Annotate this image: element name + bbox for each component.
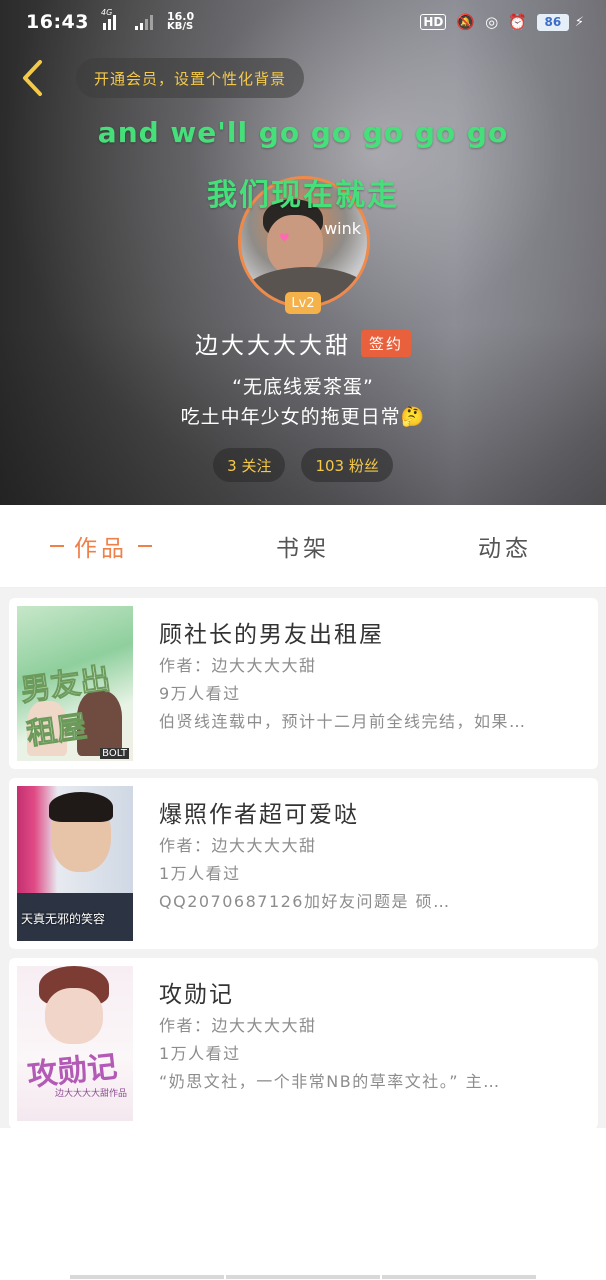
status-left: 16:43 4G 16.0 KB/S: [26, 8, 194, 33]
work-card[interactable]: 攻勋记 边大大大大甜作品 攻勋记 作者：边大大大大甜 1万人看过 “奶思文社，一…: [9, 958, 598, 1129]
work-cover: 攻勋记 边大大大大甜作品: [17, 966, 133, 1121]
cover-title-art: 攻勋记: [25, 1049, 119, 1094]
profile-header: 16:43 4G 16.0 KB/S HD 🔕 ◎ ⏰ 86 ⚡ 开通会员，设置…: [0, 0, 606, 505]
page-bottom: [0, 1128, 606, 1280]
work-title: 顾社长的男友出租屋: [159, 622, 384, 648]
status-bar: 16:43 4G 16.0 KB/S HD 🔕 ◎ ⏰ 86 ⚡: [0, 0, 606, 44]
location-icon: ◎: [485, 13, 499, 31]
work-title: 攻勋记: [159, 982, 234, 1008]
work-views: 1万人看过: [159, 1044, 241, 1063]
alarm-icon: ⏰: [508, 13, 527, 31]
gesture-nav-bar: [70, 1275, 536, 1279]
work-title: 爆照作者超可爱哒: [159, 802, 359, 828]
work-info: 爆照作者超可爱哒 作者：边大大大大甜 1万人看过 QQ2070687126加好友…: [159, 798, 589, 916]
danmaku-english: and we'll go go go go go: [97, 116, 509, 149]
tab-activity[interactable]: 动态: [404, 505, 606, 587]
status-time: 16:43: [26, 11, 89, 33]
tab-activity-label: 动态: [478, 536, 532, 562]
cover-face: [45, 988, 103, 1044]
work-description: “奶思文社，一个非常NB的草率文社。” 主…: [159, 1072, 501, 1091]
tab-bookshelf[interactable]: 书架: [202, 505, 404, 587]
cover-tag: BOLT: [100, 748, 129, 759]
stats-row: 3 关注 103 粉丝: [0, 448, 606, 482]
tab-bookshelf-label: 书架: [276, 536, 330, 562]
heart-icon: ♥: [279, 231, 290, 245]
work-author: 作者：边大大大大甜: [159, 836, 317, 855]
work-info: 顾社长的男友出租屋 作者：边大大大大甜 9万人看过 伯贤线连载中，预计十二月前全…: [159, 618, 589, 736]
tab-works-label: 作品: [74, 536, 128, 562]
back-arrow-icon: [23, 60, 42, 96]
bio-line-2: 吃土中年少女的拖更日常🤔: [180, 406, 426, 428]
work-info: 攻勋记 作者：边大大大大甜 1万人看过 “奶思文社，一个非常NB的草率文社。” …: [159, 978, 589, 1096]
cover-caption: 天真无邪的笑容: [21, 912, 106, 926]
work-card[interactable]: 男友出租屋 BOLT 顾社长的男友出租屋 作者：边大大大大甜 9万人看过 伯贤线…: [9, 598, 598, 769]
work-views: 1万人看过: [159, 864, 241, 883]
work-author: 作者：边大大大大甜: [159, 1016, 317, 1035]
back-button[interactable]: [14, 56, 50, 100]
signed-badge: 签约: [360, 329, 411, 357]
following-button[interactable]: 3 关注: [213, 448, 286, 482]
charging-icon: ⚡: [574, 14, 584, 30]
work-description: 伯贤线连载中，预计十二月前全线完结，如果…: [159, 712, 527, 731]
network-type: 4G: [100, 8, 113, 17]
danmaku-chinese: 我们现在就走: [207, 178, 399, 213]
net-speed: 16.0 KB/S: [166, 11, 194, 32]
username-row: 边大大大大甜 签约: [0, 326, 606, 360]
username: 边大大大大甜: [194, 333, 351, 359]
bio: “无底线爱茶蛋” 吃土中年少女的拖更日常🤔: [0, 372, 606, 432]
cover-subtitle: 边大大大大甜作品: [54, 1089, 127, 1099]
cover-title-art: 男友出租屋: [18, 661, 113, 753]
work-cover: 天真无邪的笑容: [17, 786, 133, 941]
work-card[interactable]: 天真无邪的笑容 爆照作者超可爱哒 作者：边大大大大甜 1万人看过 QQ20706…: [9, 778, 598, 949]
hd-icon: HD: [420, 14, 447, 30]
vip-background-prompt[interactable]: 开通会员，设置个性化背景: [76, 58, 305, 98]
avatar-overlay-text: wink: [324, 219, 361, 238]
mute-bell-icon: 🔕: [456, 13, 476, 31]
cover-hair: [49, 792, 113, 822]
work-cover: 男友出租屋 BOLT: [17, 606, 133, 761]
signal-icon: 4G: [101, 8, 121, 30]
work-author: 作者：边大大大大甜: [159, 656, 317, 675]
profile-tabs: 作品 书架 动态: [0, 505, 606, 588]
battery-icon: 86: [536, 13, 569, 31]
status-right: HD 🔕 ◎ ⏰ 86 ⚡: [420, 13, 584, 31]
work-views: 9万人看过: [159, 684, 241, 703]
level-badge: Lv2: [285, 292, 321, 314]
followers-button[interactable]: 103 粉丝: [301, 448, 393, 482]
tab-works[interactable]: 作品: [0, 505, 202, 587]
work-description: QQ2070687126加好友问题是 硕…: [159, 892, 451, 911]
avatar-face: [267, 215, 323, 275]
bio-line-1: “无底线爱茶蛋”: [232, 376, 374, 398]
net-speed-unit: KB/S: [166, 21, 194, 32]
signal-no-sim-icon: [134, 14, 153, 30]
tab-active-dash-right: [138, 545, 152, 547]
tab-active-dash-left: [50, 545, 64, 547]
